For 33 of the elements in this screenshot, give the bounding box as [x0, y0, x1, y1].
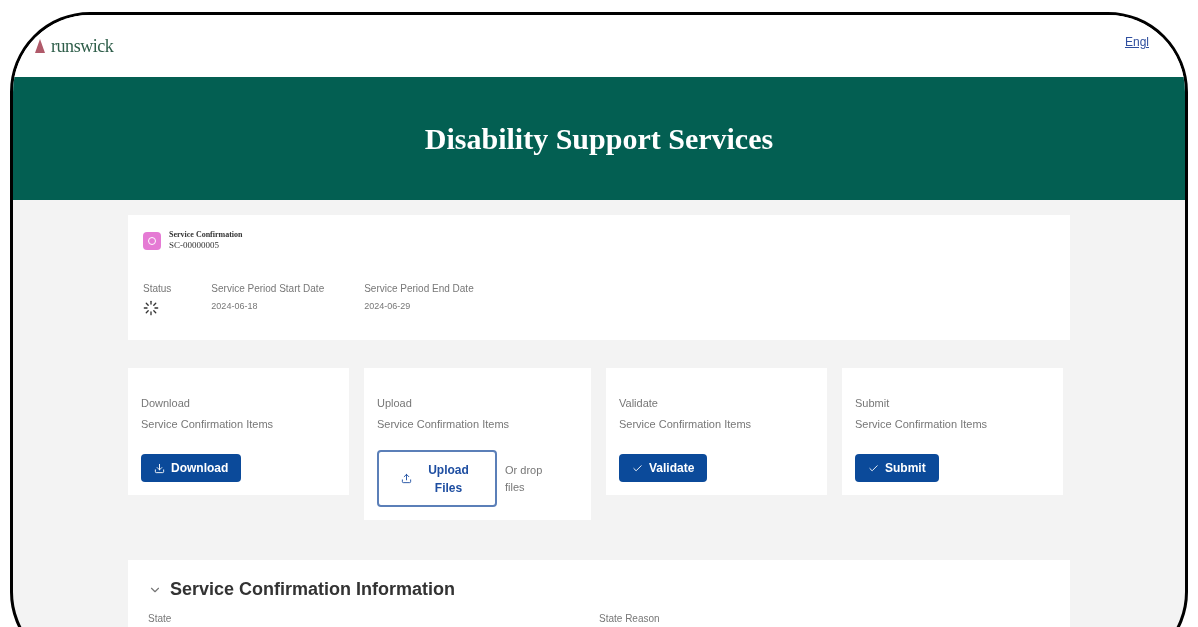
action-subtitle: Service Confirmation Items [141, 416, 275, 432]
record-type: Service Confirmation [169, 230, 243, 240]
action-button[interactable]: Submit [855, 454, 939, 482]
download-icon [154, 462, 165, 474]
check-icon [868, 462, 879, 474]
field-label: Status [143, 282, 172, 297]
action-title: Download [141, 396, 191, 411]
language-link[interactable]: Engl [1124, 33, 1149, 51]
action-title: Submit [855, 396, 891, 411]
field-label: Service Period End Date [364, 282, 474, 297]
action-button[interactable]: Validate [619, 454, 708, 482]
action-title: Validate [619, 396, 659, 411]
drop-hint: Or drop files [505, 463, 544, 495]
check-icon [632, 462, 643, 474]
field-label: Service Period Start Date [211, 282, 325, 297]
record-number: SC-00000005 [169, 240, 220, 252]
action-button[interactable]: Download [141, 454, 242, 482]
record-icon [143, 231, 161, 250]
field-value: 2024-06-29 [364, 300, 412, 314]
action-title: Upload [377, 396, 413, 411]
loading-spinner-icon [143, 300, 159, 317]
page-title: Disability Support Services [424, 121, 774, 157]
field-label: State [148, 612, 173, 626]
upload-icon [400, 473, 412, 484]
action-subtitle: Service Confirmation Items [377, 416, 511, 432]
action-subtitle: Service Confirmation Items [855, 416, 989, 432]
logo-icon [33, 37, 47, 55]
logo-text: runswick [51, 34, 114, 58]
action-subtitle: Service Confirmation Items [619, 416, 753, 432]
upload-files-button[interactable]: Upload Files [377, 450, 497, 507]
field-label: State Reason [599, 612, 661, 626]
section-header[interactable]: Service Confirmation Information [148, 576, 1050, 603]
field-value: 2024-06-18 [211, 300, 259, 314]
